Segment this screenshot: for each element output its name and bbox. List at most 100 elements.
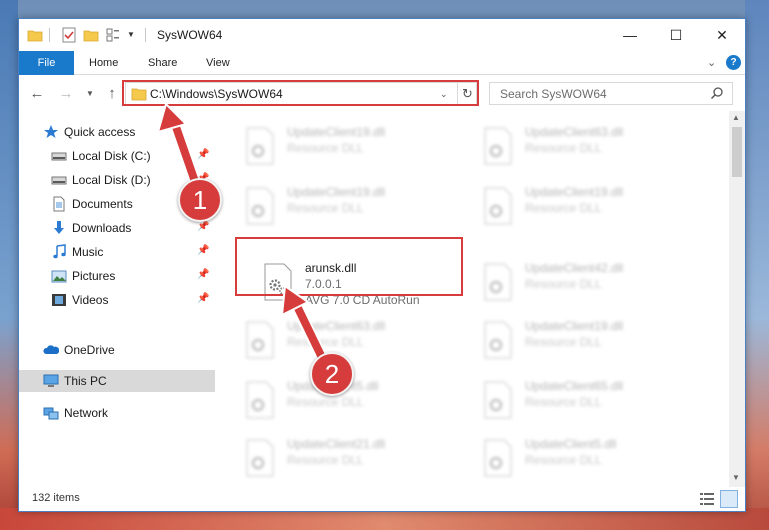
recent-locations-icon[interactable]: ▼ [81, 84, 99, 102]
file-name: UpdateClient5.dll [525, 437, 617, 451]
drive-icon [51, 176, 67, 185]
file-highlight-box [235, 237, 463, 296]
file-type: Resource DLL [525, 453, 602, 467]
file-item[interactable]: UpdateClient63.dll Resource DLL [477, 121, 705, 171]
file-item[interactable]: UpdateClient19.dll Resource DLL [239, 121, 467, 171]
toolbar-separator [49, 28, 50, 42]
pin-icon[interactable]: 📌 [197, 245, 209, 256]
title-bar: ▼ SysWOW64 — ☐ ✕ [19, 19, 745, 51]
details-view-icon[interactable] [699, 491, 715, 507]
file-type: Resource DLL [287, 335, 364, 349]
file-name: UpdateClient65.dll [525, 379, 624, 393]
file-name: UpdateClient63.dll [287, 319, 386, 333]
search-input[interactable]: Search SysWOW64 [489, 82, 733, 105]
computer-icon [43, 374, 59, 387]
dll-file-icon [484, 127, 512, 165]
scroll-up-icon[interactable]: ▲ [732, 113, 740, 122]
new-folder-icon[interactable] [83, 27, 99, 43]
desktop-background-right [745, 0, 769, 530]
pictures-icon [51, 270, 67, 283]
toolbar-dropdown-icon[interactable]: ▼ [127, 30, 137, 46]
tab-file[interactable]: File [19, 51, 74, 75]
sidebar-item-label: Downloads [72, 221, 132, 235]
properties-icon[interactable] [61, 27, 77, 43]
sidebar-item-network[interactable]: Network [19, 402, 215, 424]
file-type: Resource DLL [287, 453, 364, 467]
dll-file-icon [484, 381, 512, 419]
dll-file-icon [246, 439, 274, 477]
dll-file-icon [484, 187, 512, 225]
tab-home[interactable]: Home [89, 51, 118, 75]
sidebar-item-quick-access[interactable]: Quick access [19, 121, 215, 143]
sidebar-item-label: Videos [72, 293, 109, 307]
documents-icon [53, 196, 65, 212]
dll-file-icon [246, 127, 274, 165]
dll-file-icon [484, 263, 512, 301]
file-item[interactable]: UpdateClient5.dll Resource DLL [477, 433, 705, 483]
file-name: UpdateClient19.dll [287, 125, 386, 139]
sidebar-item-label: OneDrive [64, 343, 115, 357]
file-item[interactable]: UpdateClient42.dll Resource DLL [477, 257, 705, 307]
tab-share[interactable]: Share [148, 51, 177, 75]
file-item[interactable]: UpdateClient21.dll Resource DLL [239, 433, 467, 483]
pin-icon[interactable]: 📌 [197, 221, 209, 232]
ribbon-tabs: File Home Share View ⌄ ? [19, 51, 745, 75]
music-icon [53, 244, 66, 259]
sidebar-item-downloads[interactable]: Downloads 📌 [19, 217, 215, 239]
scroll-down-icon[interactable]: ▼ [732, 473, 740, 482]
sidebar-item-pictures[interactable]: Pictures 📌 [19, 265, 215, 287]
close-button[interactable]: ✕ [699, 19, 745, 51]
file-type: Resource DLL [525, 277, 602, 291]
step-1-badge: 1 [178, 178, 222, 222]
dll-file-icon [484, 321, 512, 359]
sidebar-item-onedrive[interactable]: OneDrive [19, 339, 215, 361]
videos-icon [52, 294, 66, 306]
file-type: Resource DLL [525, 395, 602, 409]
sidebar-item-music[interactable]: Music 📌 [19, 241, 215, 263]
search-icon[interactable] [710, 86, 724, 100]
sidebar-item-label: Local Disk (D:) [72, 173, 151, 187]
onedrive-icon [43, 345, 59, 354]
sidebar-item-label: Music [72, 245, 104, 259]
file-item[interactable]: UpdateClient65.dll Resource DLL [477, 375, 705, 425]
vertical-scrollbar[interactable]: ▲ ▼ [729, 111, 745, 487]
dll-file-icon [246, 321, 274, 359]
file-item[interactable]: UpdateClient19.dll Resource DLL [477, 315, 705, 365]
sidebar-item-label: Quick access [64, 125, 136, 139]
sidebar-item-label: This PC [64, 374, 107, 388]
sidebar-item-local-disk-c[interactable]: Local Disk (C:) 📌 [19, 145, 215, 167]
minimize-button[interactable]: — [607, 19, 653, 51]
tiles-view-icon[interactable] [720, 490, 738, 508]
pin-icon[interactable]: 📌 [197, 293, 209, 304]
file-type: Resource DLL [525, 141, 602, 155]
tab-view[interactable]: View [206, 51, 230, 75]
help-icon[interactable]: ? [726, 55, 741, 70]
file-item[interactable]: UpdateClient19.dll Resource DLL [477, 181, 705, 231]
file-item[interactable]: UpdateClient5.dll Resource DLL [239, 375, 467, 425]
file-name: UpdateClient19.dll [525, 319, 624, 333]
folder-icon [27, 30, 43, 42]
sidebar-item-label: Local Disk (C:) [72, 149, 151, 163]
back-arrow-icon[interactable]: ← [28, 84, 46, 102]
file-type: Resource DLL [287, 395, 364, 409]
pin-icon[interactable]: 📌 [197, 149, 209, 160]
sidebar-item-videos[interactable]: Videos 📌 [19, 289, 215, 311]
forward-arrow-icon[interactable]: → [57, 84, 75, 102]
pin-icon[interactable]: 📌 [197, 269, 209, 280]
navigation-pane: Quick access Local Disk (C:) 📌 Local Dis… [19, 111, 215, 487]
file-item[interactable]: UpdateClient19.dll Resource DLL [239, 181, 467, 231]
dll-file-icon [246, 187, 274, 225]
scrollbar-thumb[interactable] [732, 127, 742, 177]
window-title: SysWOW64 [157, 28, 223, 42]
sidebar-item-this-pc[interactable]: This PC [19, 370, 215, 392]
maximize-button[interactable]: ☐ [653, 19, 699, 51]
step-2-badge: 2 [310, 352, 354, 396]
customize-toolbar-icon[interactable] [105, 27, 121, 43]
file-name: UpdateClient19.dll [525, 185, 624, 199]
expand-ribbon-icon[interactable]: ⌄ [707, 56, 716, 69]
item-count: 132 items [32, 492, 80, 504]
search-placeholder[interactable]: Search SysWOW64 [500, 87, 607, 101]
file-item[interactable]: UpdateClient63.dll Resource DLL [239, 315, 467, 365]
file-type: Resource DLL [287, 201, 364, 215]
up-arrow-icon[interactable]: ↑ [103, 84, 121, 102]
